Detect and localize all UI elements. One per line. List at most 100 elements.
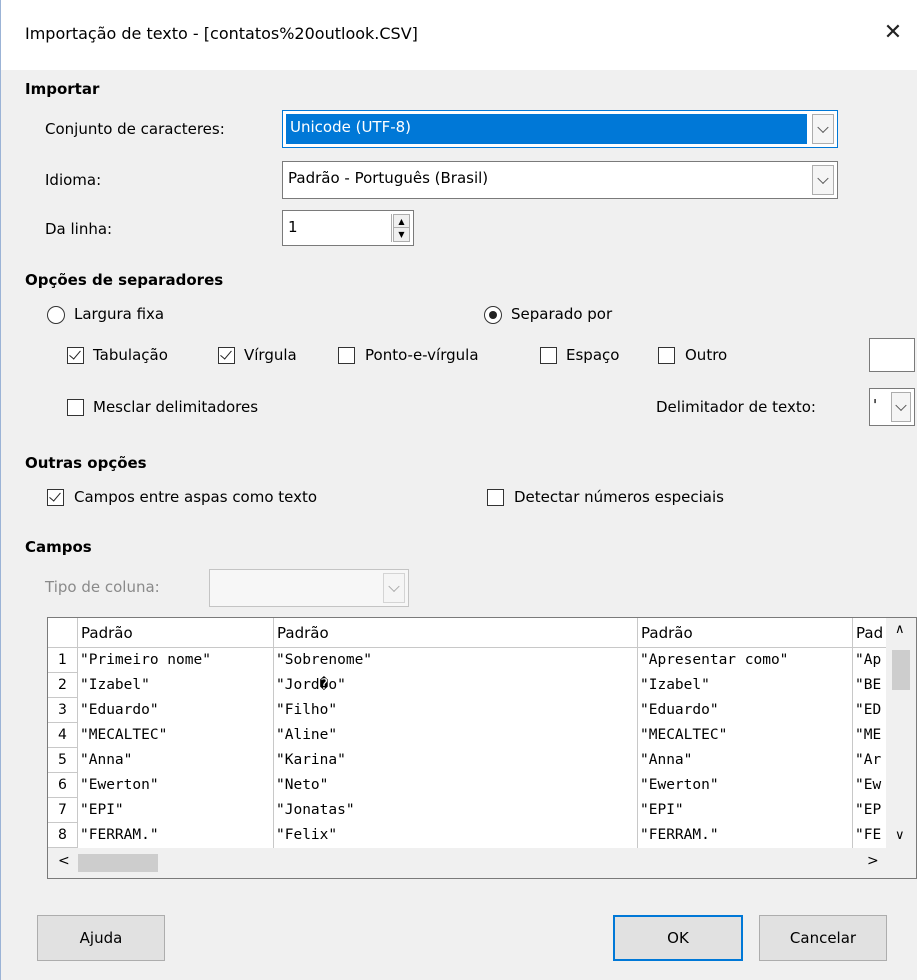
tab-label: Tabulação [93,346,168,364]
language-dropdown-button[interactable] [812,165,834,195]
column-type-select[interactable] [209,569,409,607]
semicolon-checkbox[interactable] [338,347,355,364]
language-value: Padrão - Português (Brasil) [288,169,489,187]
import-heading: Importar [25,80,100,98]
scroll-left-icon[interactable]: < [58,853,70,869]
charset-dropdown-button[interactable] [812,114,834,144]
horizontal-scrollbar[interactable]: < > [48,848,916,878]
grid-cell[interactable]: "Jonatas" [274,798,638,823]
separated-by-radio[interactable] [484,306,502,324]
row-number: 6 [48,773,78,798]
language-label: Idioma: [45,171,102,189]
grid-cell[interactable]: "FERRAM." [78,823,274,848]
fixed-width-radio[interactable] [47,306,65,324]
column-type-label: Tipo de coluna: [45,578,160,596]
grid-cell[interactable]: "Filho" [274,698,638,723]
from-row-label: Da linha: [45,220,113,238]
column-header-3[interactable]: Padrão [638,618,853,648]
space-label: Espaço [566,346,620,364]
other-checkbox[interactable] [658,347,675,364]
vertical-scrollbar[interactable]: ∧ ∨ [886,618,916,850]
help-button[interactable]: Ajuda [37,915,165,961]
grid-cell[interactable]: "Ar [853,748,888,773]
horizontal-scroll-thumb[interactable] [78,854,158,872]
comma-label: Vírgula [244,346,297,364]
separated-by-label: Separado por [511,305,613,323]
grid-cell[interactable]: "Anna" [638,748,853,773]
grid-cell[interactable]: "EPI" [78,798,274,823]
row-number: 5 [48,748,78,773]
column-header-1[interactable]: Padrão [78,618,274,648]
chevron-down-icon [817,121,829,134]
scroll-up-icon[interactable]: ∧ [895,622,905,637]
grid-cell[interactable]: "BE [853,673,888,698]
grid-cell[interactable]: "Ap [853,648,888,673]
grid-cell[interactable]: "EPI" [638,798,853,823]
ok-button[interactable]: OK [613,915,743,961]
charset-select[interactable]: Unicode (UTF-8) [282,110,838,148]
row-number: 4 [48,723,78,748]
grid-cell[interactable]: "Ewerton" [78,773,274,798]
grid-corner [48,618,78,648]
quoted-as-text-label: Campos entre aspas como texto [74,488,318,506]
from-row-spinner[interactable]: 1 ▲ ▼ [282,210,414,246]
tab-checkbox[interactable] [67,347,84,364]
text-delimiter-label: Delimitador de texto: [656,398,816,416]
grid-cell[interactable]: "Eduardo" [638,698,853,723]
space-checkbox[interactable] [540,347,557,364]
grid-cell[interactable]: "Eduardo" [78,698,274,723]
chevron-down-icon [895,399,907,412]
from-row-value: 1 [288,218,298,236]
grid-cell[interactable]: "Izabel" [638,673,853,698]
quoted-as-text-checkbox[interactable] [47,489,64,506]
cancel-button[interactable]: Cancelar [759,915,887,961]
comma-checkbox[interactable] [218,347,235,364]
merge-delimiters-checkbox[interactable] [67,399,84,416]
grid-cell[interactable]: "Jord�o" [274,673,638,698]
scroll-right-icon[interactable]: > [867,853,879,869]
fixed-width-label: Largura fixa [74,305,165,323]
grid-cell[interactable]: "MECALTEC" [78,723,274,748]
language-select[interactable]: Padrão - Português (Brasil) [282,161,838,199]
grid-cell[interactable]: "Karina" [274,748,638,773]
column-header-2[interactable]: Padrão [274,618,638,648]
column-header-4[interactable]: Pad [853,618,888,648]
grid-cell[interactable]: "Ew [853,773,888,798]
grid-cell[interactable]: "Aline" [274,723,638,748]
spin-down-button[interactable]: ▼ [393,227,410,242]
other-label: Outro [685,346,728,364]
merge-delimiters-label: Mesclar delimitadores [93,398,259,416]
detect-special-numbers-checkbox[interactable] [487,489,504,506]
column-type-dropdown-button[interactable] [383,573,405,603]
row-number: 7 [48,798,78,823]
other-separator-input[interactable] [869,338,915,372]
grid-cell[interactable]: "Izabel" [78,673,274,698]
scroll-down-icon[interactable]: ∨ [895,828,905,843]
grid-cell[interactable]: "Sobrenome" [274,648,638,673]
text-delimiter-value: ' [873,396,878,414]
text-delimiter-select[interactable]: ' [869,388,915,426]
charset-label: Conjunto de caracteres: [45,120,225,138]
grid-cell[interactable]: "Apresentar como" [638,648,853,673]
row-number: 3 [48,698,78,723]
vertical-scroll-thumb[interactable] [892,650,910,690]
window-title: Importação de texto - [contatos%20outloo… [25,24,418,43]
separators-heading: Opções de separadores [25,271,224,289]
row-number: 2 [48,673,78,698]
close-button[interactable]: ✕ [870,10,916,56]
fields-preview-grid[interactable]: Padrão Padrão Padrão Pad 1 "Primeiro nome… [47,617,917,879]
text-delimiter-dropdown-button[interactable] [891,392,911,422]
other-options-heading: Outras opções [25,454,147,472]
grid-cell[interactable]: "Felix" [274,823,638,848]
grid-cell[interactable]: "Primeiro nome" [78,648,274,673]
grid-cell[interactable]: "Ewerton" [638,773,853,798]
grid-cell[interactable]: "FE [853,823,888,848]
charset-value: Unicode (UTF-8) [290,118,412,136]
grid-cell[interactable]: "Neto" [274,773,638,798]
grid-cell[interactable]: "Anna" [78,748,274,773]
grid-cell[interactable]: "ME [853,723,888,748]
grid-cell[interactable]: "FERRAM." [638,823,853,848]
grid-cell[interactable]: "ED [853,698,888,723]
grid-cell[interactable]: "EP [853,798,888,823]
grid-cell[interactable]: "MECALTEC" [638,723,853,748]
